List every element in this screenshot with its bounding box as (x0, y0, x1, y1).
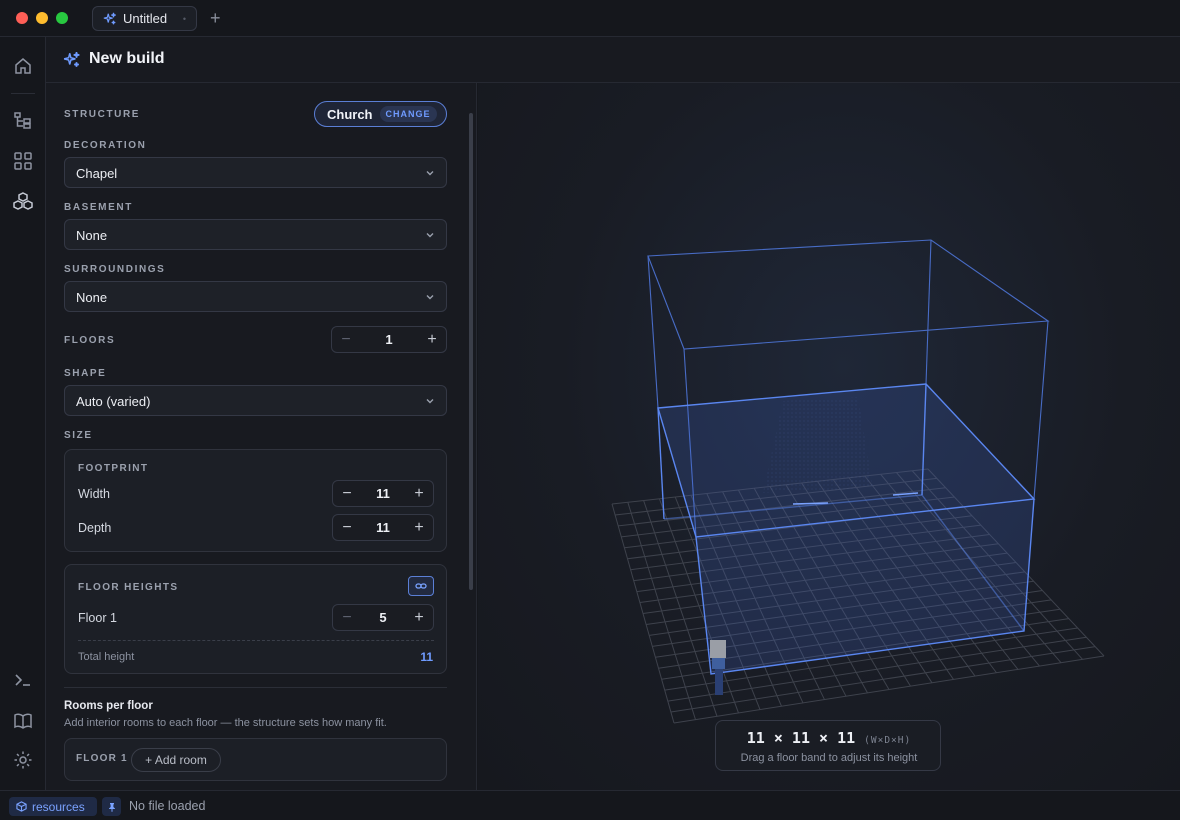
page-title: New build (89, 50, 165, 67)
resources-button[interactable]: resources (9, 797, 97, 816)
tab-title: Untitled (123, 11, 168, 26)
basement-value: None (76, 228, 108, 243)
dimensions-readout: 11 × 11 × 11 (W×D×H) Drag a floor band t… (715, 720, 941, 771)
panel-scrollbar[interactable] (469, 113, 473, 590)
viewport-canvas[interactable] (478, 83, 1180, 790)
depth-decrement-button[interactable]: − (333, 518, 361, 538)
rail-divider (11, 93, 35, 94)
structure-value: Church (327, 106, 373, 122)
footprint-label: FOOTPRINT (78, 463, 149, 474)
page-header: New build (46, 37, 1180, 83)
chevron-down-icon (426, 171, 434, 176)
sparkles-icon (103, 12, 116, 24)
blocks-icon[interactable] (12, 190, 34, 212)
chevron-down-icon (426, 399, 434, 404)
basement-label: BASEMENT (64, 202, 133, 213)
resources-label: resources (32, 799, 85, 814)
settings-panel (46, 83, 477, 790)
chevron-down-icon (426, 233, 434, 238)
icon-rail (0, 37, 46, 790)
pin-button[interactable] (102, 797, 121, 816)
floor-1-height-label: Floor 1 (78, 611, 117, 625)
width-value[interactable]: 11 (361, 486, 405, 501)
width-label: Width (78, 487, 110, 501)
floor-1-height-stepper: − 5 + (332, 604, 434, 631)
decoration-select[interactable]: Chapel (64, 157, 447, 188)
width-increment-button[interactable]: + (405, 484, 433, 504)
gear-icon[interactable] (12, 749, 34, 771)
hierarchy-icon[interactable] (12, 109, 34, 131)
floor-1-rooms-card: FLOOR 1 + Add room (64, 738, 447, 781)
floors-increment-button[interactable]: + (418, 330, 446, 350)
new-tab-button[interactable]: + (210, 9, 221, 27)
width-stepper: − 11 + (332, 480, 434, 507)
floors-label: FLOORS (64, 335, 116, 346)
total-height-value: 11 (420, 650, 433, 664)
link-icon (415, 583, 427, 589)
floor-heights-label: FLOOR HEIGHTS (78, 582, 179, 593)
floor-height-increment-button[interactable]: + (405, 608, 433, 628)
link-heights-button[interactable] (408, 576, 434, 596)
footprint-card: FOOTPRINT Width − 11 + Depth − 11 + (64, 449, 447, 552)
tab-close-button[interactable]: • (183, 14, 186, 24)
floors-stepper: − 1 + (331, 326, 447, 353)
section-divider (64, 687, 447, 688)
surroundings-select[interactable]: None (64, 281, 447, 312)
shape-value: Auto (varied) (76, 394, 151, 409)
rooms-title: Rooms per floor (64, 700, 153, 712)
chevron-down-icon (426, 295, 434, 300)
decoration-value: Chapel (76, 166, 118, 181)
floor-height-decrement-button[interactable]: − (333, 608, 361, 628)
change-structure-button[interactable]: CHANGE (379, 106, 437, 122)
add-room-button[interactable]: + Add room (131, 748, 221, 772)
title-bar: Untitled • + (0, 0, 1180, 37)
structure-selector[interactable]: Church CHANGE (314, 101, 447, 127)
status-bar: resources No file loaded (0, 790, 1180, 820)
book-icon[interactable] (12, 710, 34, 732)
grid-icon[interactable] (12, 150, 34, 172)
surroundings-value: None (76, 290, 108, 305)
basement-select[interactable]: None (64, 219, 447, 250)
depth-stepper: − 11 + (332, 514, 434, 541)
floors-value[interactable]: 1 (360, 332, 418, 347)
size-label: SIZE (64, 430, 93, 441)
dimensions-value: 11 × 11 × 11 (746, 729, 856, 747)
floor-1-rooms-label: FLOOR 1 (76, 753, 128, 764)
maximize-window-button[interactable] (56, 12, 68, 24)
structure-label: STRUCTURE (64, 109, 141, 120)
depth-value[interactable]: 11 (361, 520, 405, 535)
player-figure (710, 640, 726, 695)
pin-icon (108, 802, 115, 812)
home-icon[interactable] (12, 55, 34, 77)
3d-viewport[interactable] (478, 83, 1180, 790)
floor-1-height-value[interactable]: 5 (361, 610, 405, 625)
dimensions-line: 11 × 11 × 11 (W×D×H) (716, 729, 942, 747)
file-status: No file loaded (129, 799, 206, 813)
depth-label: Depth (78, 521, 112, 535)
cube-icon (16, 801, 27, 812)
shape-select[interactable]: Auto (varied) (64, 385, 447, 416)
floors-decrement-button[interactable]: − (332, 330, 360, 350)
floor-heights-card: FLOOR HEIGHTS Floor 1 − 5 + Total height… (64, 564, 447, 674)
drag-hint: Drag a floor band to adjust its height (740, 752, 918, 764)
depth-increment-button[interactable]: + (405, 518, 433, 538)
minimize-window-button[interactable] (36, 12, 48, 24)
close-window-button[interactable] (16, 12, 28, 24)
rooms-subtitle: Add interior rooms to each floor — the s… (64, 717, 387, 729)
total-height-label: Total height (78, 651, 135, 663)
sparkles-icon (63, 51, 80, 67)
decoration-label: DECORATION (64, 140, 147, 151)
shape-label: SHAPE (64, 368, 107, 379)
dashed-divider (78, 640, 434, 641)
dimensions-unit: (W×D×H) (864, 735, 912, 746)
tab-untitled[interactable]: Untitled • (92, 6, 197, 31)
width-decrement-button[interactable]: − (333, 484, 361, 504)
terminal-icon[interactable] (12, 669, 34, 691)
surroundings-label: SURROUNDINGS (64, 264, 166, 275)
floor-band[interactable] (658, 384, 1034, 674)
